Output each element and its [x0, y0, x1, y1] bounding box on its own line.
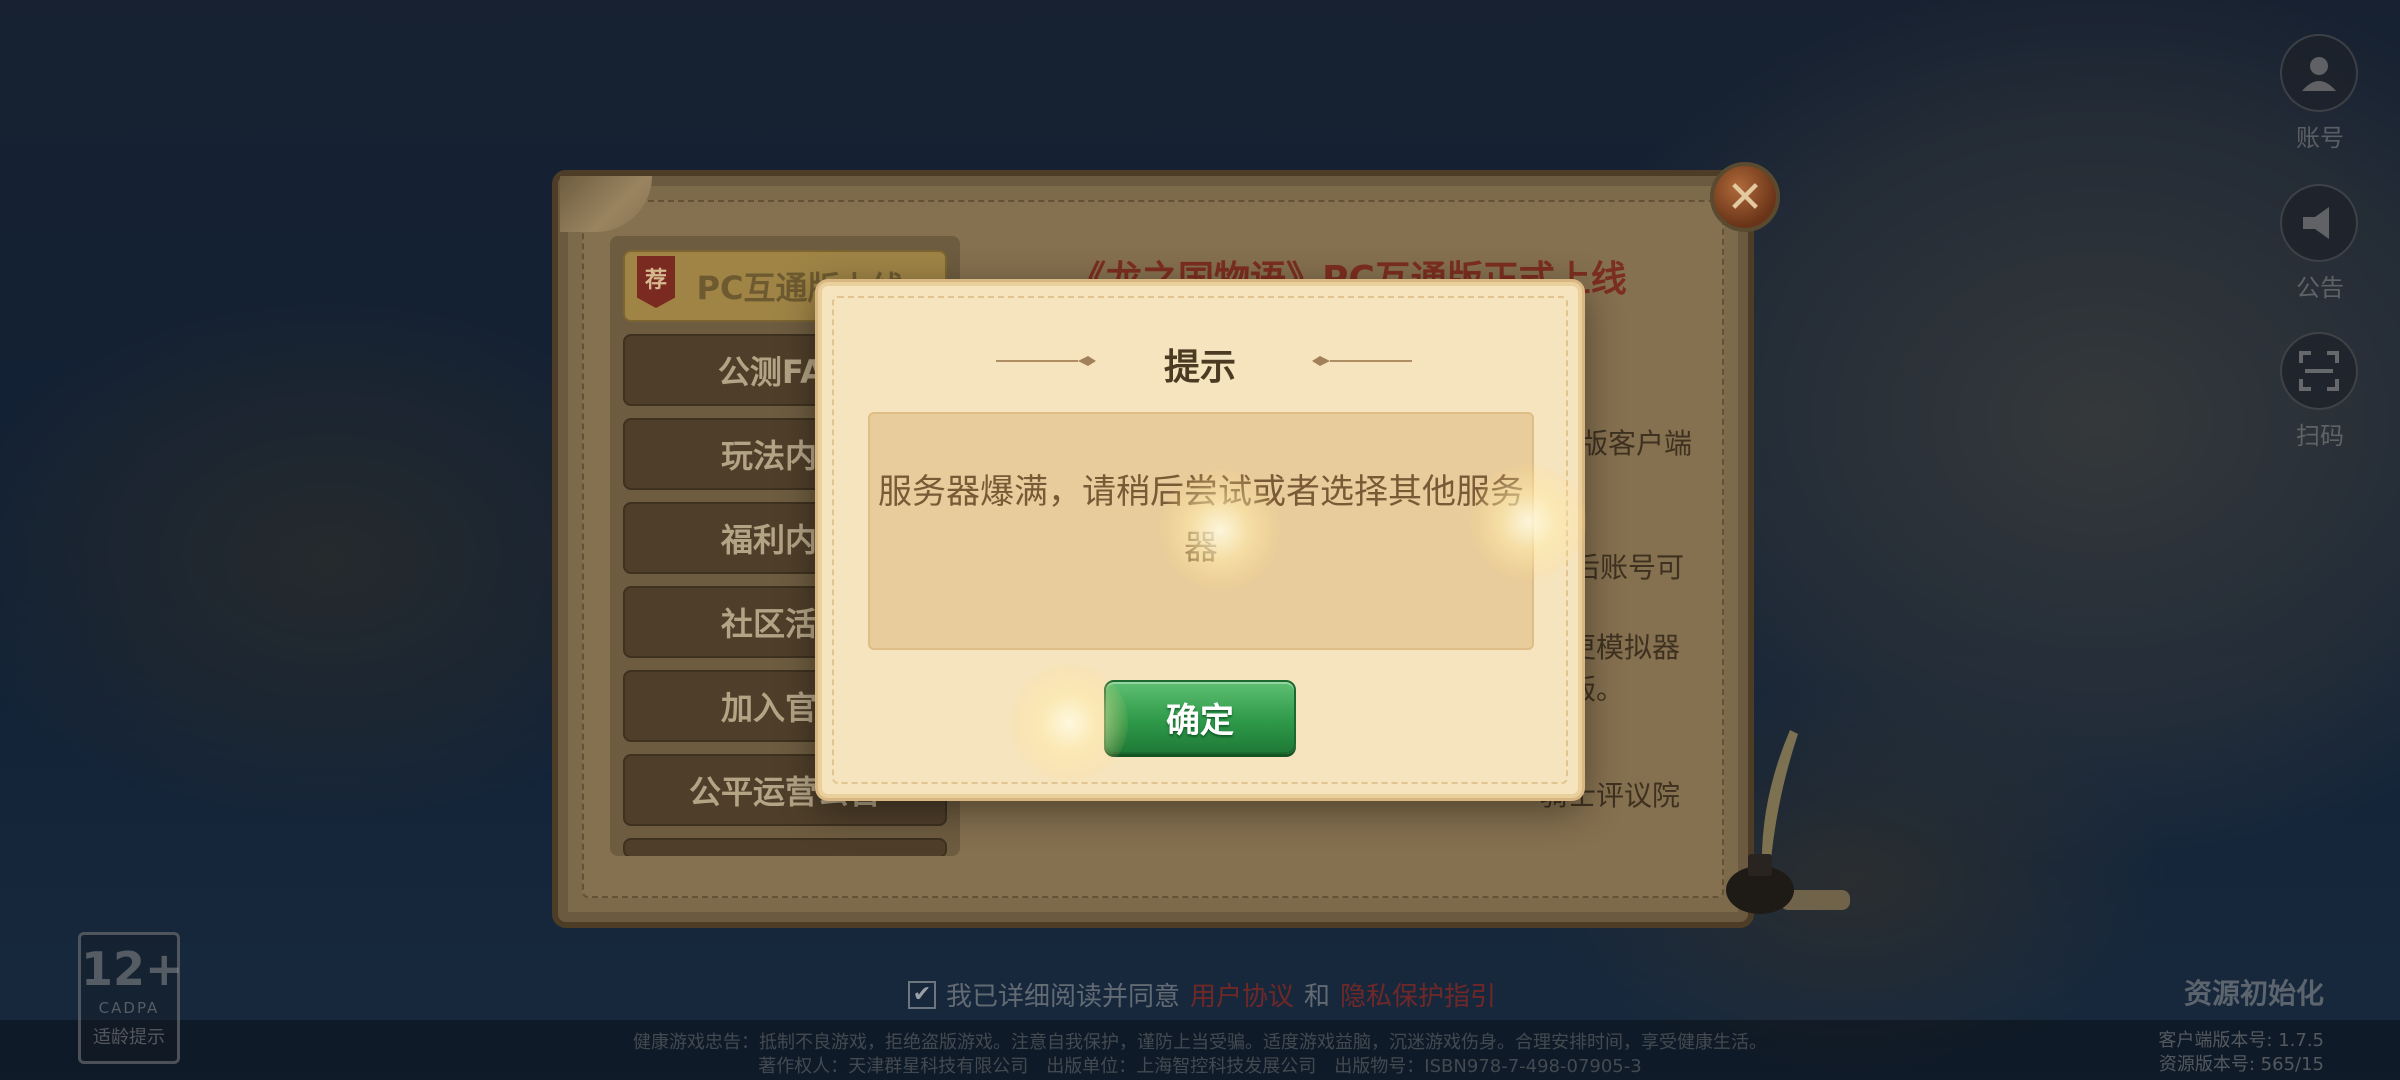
- sparkle-effect: [1010, 664, 1128, 782]
- dialog-title: 提示: [1163, 347, 1236, 388]
- privacy-policy-link[interactable]: 隐私保护指引: [1340, 976, 1496, 1013]
- agree-text: 我已详细阅读并同意: [946, 982, 1181, 1012]
- age-rating-value: 12+: [81, 942, 184, 996]
- account-label: 账号: [2296, 124, 2344, 152]
- menu-item-partial[interactable]: [623, 838, 947, 856]
- announcement-text-fragment: 更模拟器: [1568, 631, 1681, 664]
- agree-conjunction: 和: [1304, 982, 1331, 1012]
- publisher-info: 著作权人：天津群星科技有限公司 出版单位：上海智控科技发展公司 出版物号：ISB…: [758, 1056, 1642, 1077]
- scan-label: 扫码: [2296, 422, 2344, 450]
- scan-button[interactable]: 扫码: [2280, 332, 2360, 451]
- account-button[interactable]: 账号: [2280, 34, 2360, 153]
- title-flourish-right: [1312, 356, 1412, 366]
- sparkle-effect: [1160, 470, 1280, 590]
- age-rating-org: CADPA: [98, 999, 160, 1017]
- recommend-badge: 荐: [637, 256, 675, 308]
- announcement-button[interactable]: 公告: [2280, 184, 2360, 303]
- close-announcement-button[interactable]: ✕: [1710, 162, 1780, 232]
- scan-icon: [2280, 332, 2358, 410]
- user-agreement-link[interactable]: 用户协议: [1190, 976, 1294, 1013]
- client-version: 客户端版本号: 1.7.5: [2158, 1030, 2324, 1051]
- announcement-icon: [2280, 184, 2358, 262]
- agree-checkbox[interactable]: ✔: [908, 980, 936, 1009]
- close-icon: ✕: [1726, 171, 1764, 223]
- health-notice: 健康游戏忠告：抵制不良游戏，拒绝盗版游戏。注意自我保护，谨防上当受骗。适度游戏益…: [633, 1032, 1767, 1053]
- sparkle-effect: [1470, 464, 1586, 580]
- announcement-text-fragment: 版客户端: [1580, 427, 1693, 460]
- resource-version: 资源版本号: 565/15: [2158, 1054, 2324, 1075]
- announcement-text-fragment: 后账号可: [1572, 551, 1685, 584]
- agreement-row: ✔ 我已详细阅读并同意 用户协议 和 隐私保护指引: [908, 976, 1496, 1013]
- quill-inkwell-decoration: [1726, 730, 1850, 914]
- account-icon: [2280, 34, 2358, 112]
- confirm-button[interactable]: 确定: [1104, 680, 1296, 754]
- announcement-label: 公告: [2296, 274, 2344, 302]
- resource-init-status: 资源初始化: [2183, 977, 2324, 1010]
